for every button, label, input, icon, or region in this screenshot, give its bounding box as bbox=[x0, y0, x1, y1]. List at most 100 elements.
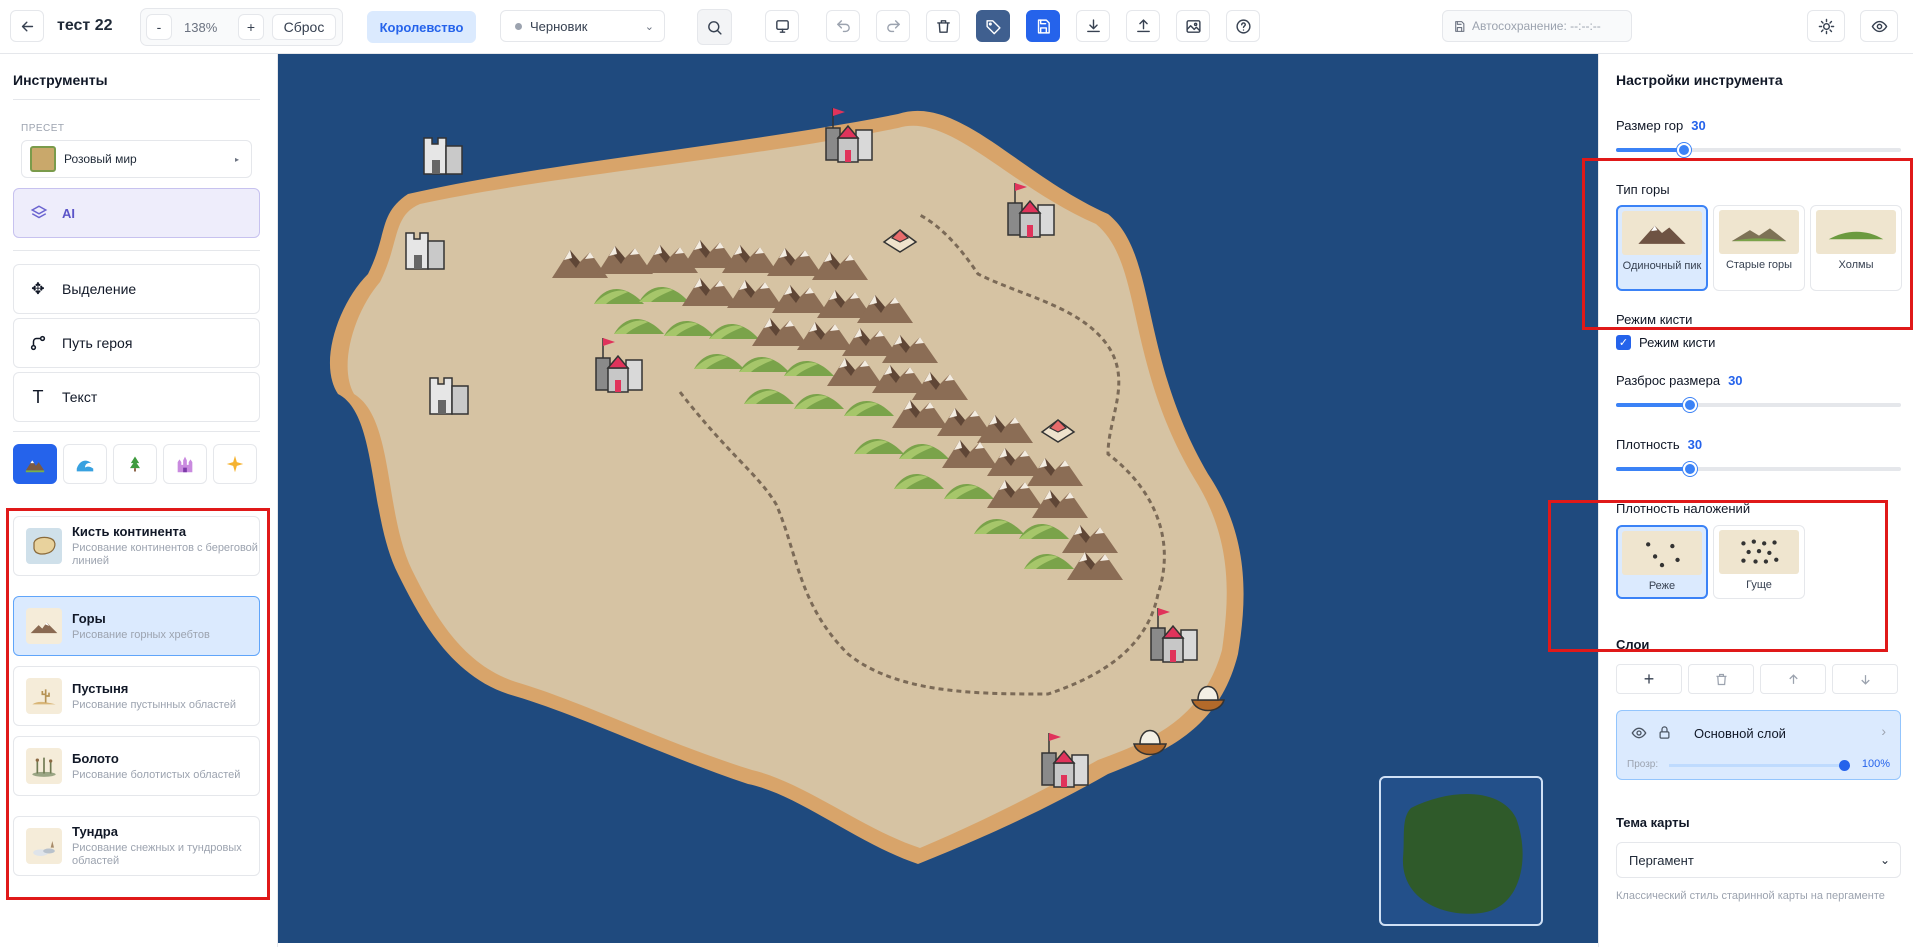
delete-button[interactable] bbox=[926, 10, 960, 42]
divider bbox=[13, 431, 260, 432]
brush-mode-checkbox-label[interactable]: Режим кисти bbox=[1639, 335, 1715, 350]
preview-button[interactable] bbox=[1860, 10, 1898, 42]
zoom-out-button[interactable]: - bbox=[146, 14, 172, 40]
theme-value: Пергамент bbox=[1629, 852, 1694, 868]
tool-hero-path[interactable]: Путь героя bbox=[13, 318, 260, 368]
map-theme-select[interactable]: Пергамент ⌄ bbox=[1616, 842, 1901, 878]
chevron-right-icon[interactable]: › bbox=[1881, 723, 1886, 739]
layers-label: Слои bbox=[1616, 637, 1650, 652]
mountain-size-slider[interactable] bbox=[1616, 143, 1901, 157]
mountain-size-label: Размер гор 30 bbox=[1616, 118, 1706, 133]
download-icon bbox=[1086, 18, 1100, 32]
back-button[interactable] bbox=[10, 10, 44, 42]
preset-select[interactable]: Розовый мир ▸ bbox=[21, 140, 252, 178]
search-button[interactable] bbox=[697, 9, 732, 45]
mountain-type-hills[interactable]: Холмы bbox=[1810, 205, 1902, 291]
tag-button[interactable] bbox=[976, 10, 1010, 42]
category-effects[interactable] bbox=[213, 444, 257, 484]
layer-item[interactable]: Основной слой › Прозр: 100% bbox=[1616, 710, 1901, 780]
preset-thumbnail bbox=[30, 146, 56, 172]
zoom-level: 138% bbox=[184, 20, 218, 35]
density-slider[interactable] bbox=[1616, 462, 1901, 476]
save-button[interactable] bbox=[1026, 10, 1060, 42]
ai-button[interactable]: AI bbox=[13, 188, 260, 238]
opacity-handle[interactable] bbox=[1839, 760, 1850, 771]
move-layer-down-button[interactable] bbox=[1832, 664, 1898, 694]
tool-label: Выделение bbox=[62, 281, 137, 297]
image-export-button[interactable] bbox=[1176, 10, 1210, 42]
single-peak-thumbnail bbox=[1622, 211, 1702, 255]
add-layer-button[interactable]: + bbox=[1616, 664, 1682, 694]
brush-title: Кисть континента bbox=[72, 524, 187, 539]
slider-handle[interactable] bbox=[1683, 398, 1698, 412]
share-button[interactable] bbox=[1126, 10, 1160, 42]
brush-desert[interactable]: Пустыня Рисование пустынных областей bbox=[13, 666, 260, 726]
tool-text[interactable]: T Текст bbox=[13, 372, 260, 422]
lock-icon[interactable] bbox=[1657, 725, 1672, 740]
undo-button[interactable] bbox=[826, 10, 860, 42]
brush-title: Пустыня bbox=[72, 680, 129, 696]
help-button[interactable] bbox=[1226, 10, 1260, 42]
move-icon: ✥ bbox=[31, 281, 45, 298]
delete-layer-button[interactable] bbox=[1688, 664, 1754, 694]
redo-icon bbox=[886, 19, 900, 32]
slider-handle[interactable] bbox=[1677, 143, 1692, 157]
brush-description: Рисование континентов с береговой линией bbox=[72, 542, 258, 567]
arrow-up-icon bbox=[1788, 673, 1798, 684]
map-theme-description: Классический стиль старинной карты на пе… bbox=[1616, 890, 1885, 902]
project-title[interactable]: тест 22 bbox=[57, 17, 113, 35]
map-canvas[interactable] bbox=[278, 54, 1598, 943]
right-sidebar: Настройки инструмента Размер гор 30 Тип г… bbox=[1598, 54, 1913, 947]
arrow-left-icon bbox=[21, 21, 33, 31]
kingdom-button[interactable]: Королевство bbox=[367, 11, 476, 43]
redo-button[interactable] bbox=[876, 10, 910, 42]
mountain-type-label: Тип горы bbox=[1616, 182, 1670, 197]
brush-swamp[interactable]: Болото Рисование болотистых областей bbox=[13, 736, 260, 796]
slider-handle[interactable] bbox=[1683, 462, 1698, 476]
old-mountains-thumbnail bbox=[1719, 210, 1799, 254]
brush-continent[interactable]: Кисть континента Рисование континентов с … bbox=[13, 516, 260, 576]
category-water[interactable] bbox=[63, 444, 107, 484]
density-label: Плотность 30 bbox=[1616, 437, 1702, 452]
download-button[interactable] bbox=[1076, 10, 1110, 42]
mountain-type-old-mountains[interactable]: Старые горы bbox=[1713, 205, 1805, 291]
tag-icon bbox=[985, 19, 1001, 34]
label-text: Размер гор bbox=[1616, 118, 1684, 133]
category-forest[interactable] bbox=[113, 444, 157, 484]
slider-fill bbox=[1616, 467, 1691, 471]
path-icon bbox=[28, 333, 48, 353]
zoom-in-button[interactable]: + bbox=[238, 14, 264, 40]
category-mountains[interactable] bbox=[13, 444, 57, 484]
left-sidebar: Инструменты ПРЕСЕТ Розовый мир ▸ AI ✥ Выд… bbox=[0, 54, 278, 947]
slider-fill bbox=[1616, 148, 1685, 152]
tundra-thumbnail bbox=[26, 828, 62, 864]
status-select[interactable]: Черновик ⌄ bbox=[500, 10, 665, 42]
mountain-type-single-peak[interactable]: Одиночный пик bbox=[1616, 205, 1708, 291]
tool-select[interactable]: ✥ Выделение bbox=[13, 264, 260, 314]
brush-mode-checkbox[interactable]: ✓ bbox=[1616, 335, 1631, 350]
overlay-density-dense[interactable]: Гуще bbox=[1713, 525, 1805, 599]
mountain-icon bbox=[25, 460, 45, 473]
category-castles[interactable] bbox=[163, 444, 207, 484]
move-layer-up-button[interactable] bbox=[1760, 664, 1826, 694]
opacity-slider[interactable] bbox=[1669, 764, 1844, 767]
option-label: Реже bbox=[1648, 580, 1676, 592]
ai-label: AI bbox=[62, 205, 75, 221]
continent-thumbnail bbox=[26, 528, 62, 564]
wave-icon bbox=[76, 460, 94, 472]
tool-label: Путь героя bbox=[62, 335, 133, 351]
theme-toggle-button[interactable] bbox=[1807, 10, 1845, 42]
minimap[interactable] bbox=[1379, 776, 1543, 926]
hills-thumbnail bbox=[1816, 210, 1896, 254]
size-spread-slider[interactable] bbox=[1616, 398, 1901, 412]
brush-mountains[interactable]: Горы Рисование горных хребтов bbox=[13, 596, 260, 656]
brush-tundra[interactable]: Тундра Рисование снежных и тундровых обла… bbox=[13, 816, 260, 876]
device-preview-button[interactable] bbox=[765, 10, 799, 42]
tool-label: Текст bbox=[62, 389, 98, 405]
mountains-thumbnail bbox=[26, 608, 62, 644]
overlay-density-sparse[interactable]: Реже bbox=[1616, 525, 1708, 599]
sun-icon bbox=[1818, 18, 1834, 34]
eye-icon[interactable] bbox=[1631, 725, 1647, 741]
reset-zoom-button[interactable]: Сброс bbox=[272, 14, 336, 40]
brush-mode-label: Режим кисти bbox=[1616, 312, 1693, 327]
